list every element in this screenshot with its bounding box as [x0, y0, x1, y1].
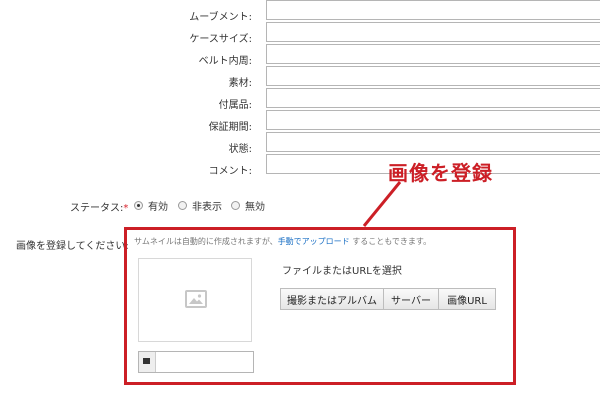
case-size-label: ケースサイズ: — [189, 34, 252, 45]
annotation-title: 画像を登録 — [388, 161, 493, 185]
status-radio-disabled[interactable]: 無効 — [231, 198, 265, 213]
highlight-box — [124, 227, 516, 385]
radio-checked-icon[interactable] — [134, 201, 143, 210]
material-input[interactable] — [266, 66, 600, 86]
condition-label: 状態: — [228, 144, 252, 155]
status-label: ステータス:* — [70, 203, 129, 214]
radio-unchecked-icon[interactable] — [231, 201, 240, 210]
image-upload-label: 画像を登録してください: — [16, 241, 129, 252]
warranty-input[interactable] — [266, 110, 600, 130]
comment-label: コメント: — [208, 166, 252, 177]
warranty-label: 保証期間: — [208, 122, 252, 133]
movement-label: ムーブメント: — [189, 12, 252, 23]
required-mark: * — [123, 203, 129, 214]
accessories-label: 付属品: — [218, 100, 252, 111]
material-label: 素材: — [228, 78, 252, 89]
status-radio-active[interactable]: 有効 — [134, 198, 168, 213]
accessories-input[interactable] — [266, 88, 600, 108]
belt-length-input[interactable] — [266, 44, 600, 64]
status-radio-hidden[interactable]: 非表示 — [178, 198, 222, 213]
belt-length-label: ベルト内周: — [198, 56, 252, 67]
condition-input[interactable] — [266, 132, 600, 152]
case-size-input[interactable] — [266, 22, 600, 42]
movement-input[interactable] — [266, 0, 600, 20]
radio-unchecked-icon[interactable] — [178, 201, 187, 210]
